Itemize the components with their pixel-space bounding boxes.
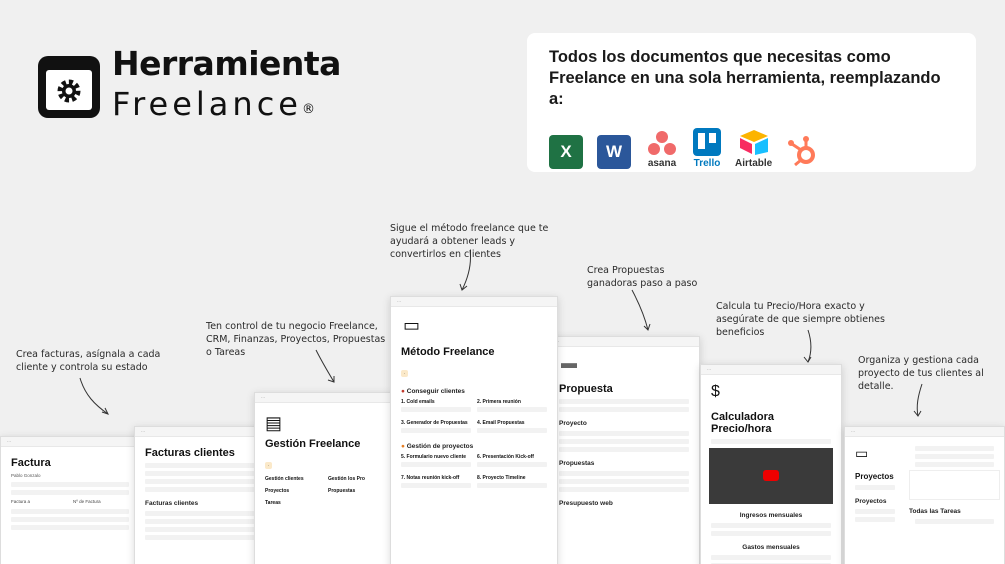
propuesta-screenshot: ··· ▬ Propuesta Proyecto Propuestas Pres… <box>548 336 700 564</box>
metodo-c3: 3. Generador de Propuestas <box>401 420 468 426</box>
gestion-title: Gestión Freelance <box>265 438 361 450</box>
proyectos-tareas: Todas las Tareas <box>909 508 961 515</box>
gestion-proyectos: Proyectos <box>265 488 290 494</box>
metodo-sec2: ● Gestión de proyectos <box>401 443 474 450</box>
proyectos-title: Proyectos <box>855 472 894 481</box>
metodo-c7: 7. Notas reunión kick-off <box>401 475 460 481</box>
metodo-c6: 6. Presentación Kick-off <box>477 454 534 460</box>
gestion-freelance-screenshot: ··· ▤ Gestión Freelance · Gestión client… <box>254 392 396 564</box>
metodo-c4: 4. Email Propuestas <box>477 420 525 426</box>
metodo-freelance-screenshot: ··· ▭ Método Freelance · ● Conseguir cli… <box>390 296 558 564</box>
facturas-clientes-screenshot: ··· Facturas clientes Facturas clientes <box>134 426 266 564</box>
propuesta-presupuesto: Presupuesto web <box>559 500 613 507</box>
propuesta-title: Propuesta <box>559 383 613 395</box>
metodo-title: Método Freelance <box>401 346 495 358</box>
metodo-c8: 8. Proyecto Timeline <box>477 475 526 481</box>
calculadora-title: Calculadora Precio/hora <box>711 411 774 435</box>
calc-gastos: Gastos mensuales <box>742 544 800 551</box>
calc-ingresos: Ingresos mensuales <box>739 512 803 519</box>
factura-client: Pablo Gonzalo <box>11 473 41 478</box>
gestion-clientes: Gestión clientes <box>265 476 304 482</box>
factura-screenshot: ··· Factura Pablo Gonzalo Factura a Nº d… <box>0 436 140 564</box>
gestion-propuestas: Propuestas <box>328 488 356 494</box>
facturas-clientes-sub: Facturas clientes <box>145 500 199 507</box>
person-board-icon: ▤ <box>265 413 283 433</box>
proyectos-sub: Proyectos <box>855 498 887 505</box>
metodo-sec1: ● Conseguir clientes <box>401 388 465 395</box>
gestion-tareas: Tareas <box>265 500 281 506</box>
video-embed[interactable] <box>709 448 833 504</box>
factura-label-a: Factura a <box>11 499 31 504</box>
gestion-pro: Gestión los Pro <box>328 476 365 482</box>
dollar-clock-icon: $ <box>711 383 720 400</box>
metodo-c5: 5. Formulario nuevo cliente <box>401 454 467 460</box>
inbox-icon: ▭ <box>855 445 869 461</box>
folder-icon: ▬ <box>561 355 577 372</box>
calculadora-screenshot: ··· $ Calculadora Precio/hora Ingresos m… <box>700 364 842 564</box>
propuesta-proyecto: Proyecto <box>559 420 587 427</box>
facturas-clientes-title: Facturas clientes <box>145 447 235 459</box>
factura-title: Factura <box>11 457 51 469</box>
metodo-c2: 2. Primera reunión <box>477 399 521 405</box>
propuesta-propuestas: Propuestas <box>559 460 595 467</box>
factura-label-num: Nº de Factura <box>73 499 101 504</box>
metodo-c1: 1. Cold emails <box>401 399 435 405</box>
proyectos-screenshot: ··· ▭ Proyectos Proyectos Todas las Tare… <box>844 426 1005 564</box>
box-icon: ▭ <box>403 315 421 335</box>
